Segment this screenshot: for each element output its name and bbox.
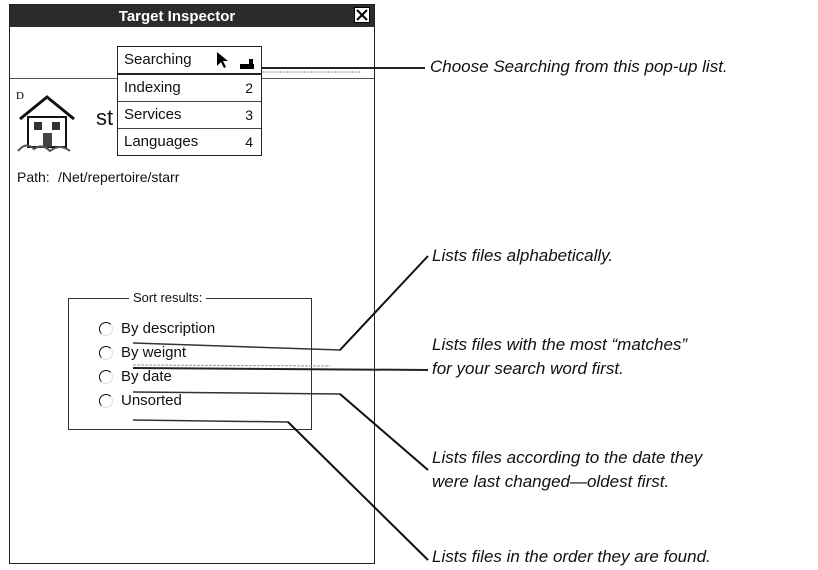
callout-leader-lines [132, 67, 429, 561]
callout-date-line2: were last changed—oldest first. [432, 472, 670, 491]
callout-unsorted: Lists files in the order they are found. [432, 547, 711, 566]
leader-unsorted [132, 419, 429, 561]
callout-date-line1: Lists files according to the date they [432, 448, 703, 467]
leader-weight [132, 367, 429, 371]
callout-weight-line1: Lists files with the most “matches” [432, 335, 688, 354]
callout-weight-line2: for your search word first. [432, 359, 624, 378]
callout-alphabetical: Lists files alphabetically. [432, 246, 614, 265]
callout-popup: Choose Searching from this pop-up list. [430, 57, 728, 76]
